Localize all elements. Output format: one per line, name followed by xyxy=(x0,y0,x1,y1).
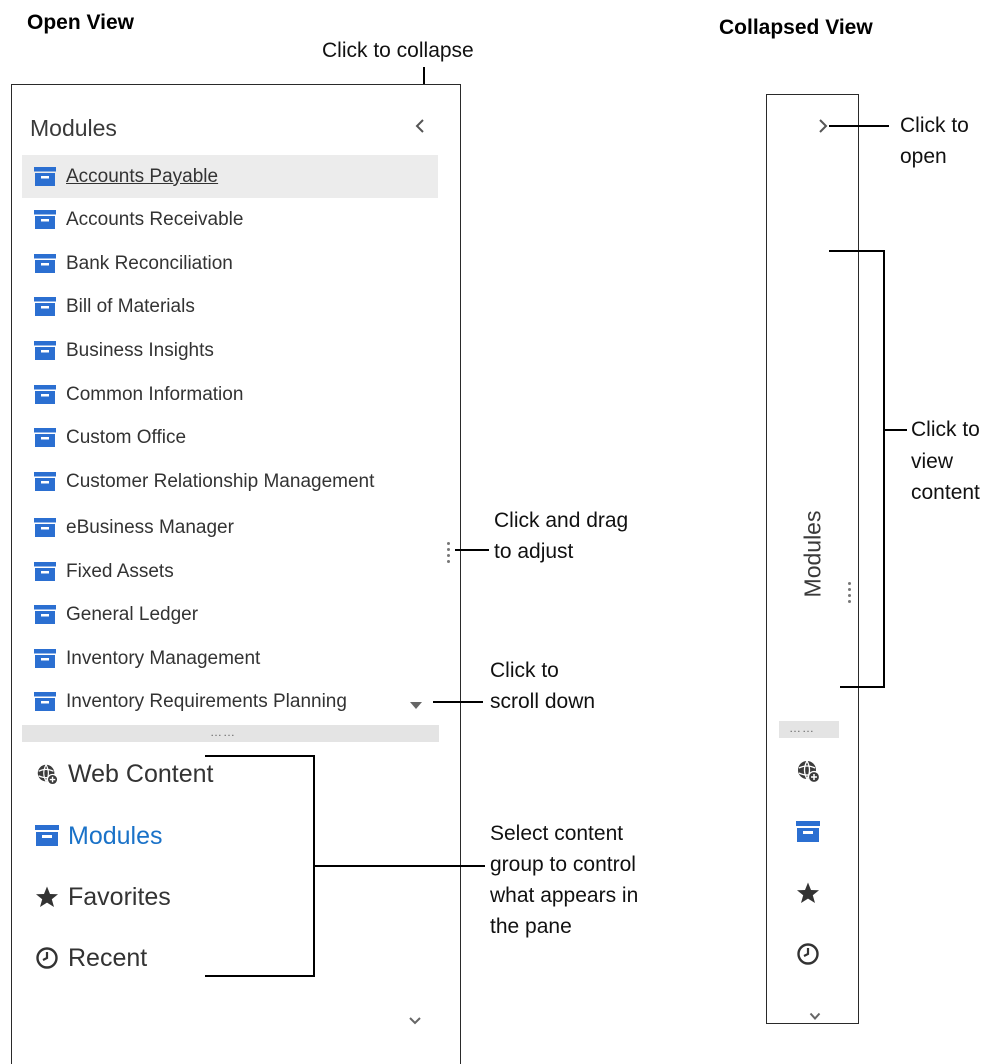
module-item[interactable]: eBusiness Manager xyxy=(22,506,438,549)
module-item-label: Accounts Payable xyxy=(66,165,219,187)
collapse-callout: Click to collapse xyxy=(322,39,474,62)
navigation-pane-open: Modules Accounts Payable Accounts Receiva… xyxy=(11,84,461,1064)
module-item-label: Customer Relationship Management xyxy=(66,470,375,492)
module-item-label: Bill of Materials xyxy=(66,295,195,317)
star-icon xyxy=(34,884,60,910)
content-group-label: Recent xyxy=(68,943,148,972)
view-bracket-top xyxy=(829,250,885,252)
view-callout-line3: content xyxy=(911,481,980,504)
resize-handle-icon[interactable] xyxy=(447,542,451,566)
select-bracket-top xyxy=(205,755,315,757)
splitter-grip-icon: …… xyxy=(210,725,236,739)
module-item[interactable]: Accounts Receivable xyxy=(22,198,438,241)
expand-chevron-icon[interactable] xyxy=(817,117,829,140)
module-item-label: Accounts Receivable xyxy=(66,208,244,230)
select-callout-line1: Select content xyxy=(490,822,624,845)
select-callout-line2: group to control xyxy=(490,853,636,876)
open-callout-line1: Click to xyxy=(900,114,969,137)
view-callout-line2: view xyxy=(911,450,954,473)
module-item[interactable]: Bank Reconciliation xyxy=(22,242,438,285)
module-item[interactable]: Bill of Materials xyxy=(22,285,438,328)
open-callout-line xyxy=(829,125,889,127)
collapsed-star-icon[interactable] xyxy=(796,881,820,910)
content-group-label: Web Content xyxy=(68,759,214,788)
module-icon xyxy=(34,385,56,404)
group-splitter[interactable]: …… xyxy=(22,725,439,742)
collapsed-resize-handle-icon[interactable] xyxy=(848,582,852,606)
module-item-label: Fixed Assets xyxy=(66,560,174,582)
select-bracket-bottom xyxy=(205,975,315,977)
module-icon xyxy=(34,649,56,668)
module-icon xyxy=(34,297,56,316)
module-icon xyxy=(34,472,56,491)
globe-icon xyxy=(34,761,60,787)
content-group-label: Modules xyxy=(68,821,163,850)
collapsed-globe-icon[interactable] xyxy=(795,758,821,789)
module-icon xyxy=(34,254,56,273)
view-bracket-bottom xyxy=(840,686,885,688)
collapsed-splitter-grip-icon: …… xyxy=(789,721,815,735)
module-icon xyxy=(34,518,56,537)
module-item-label: Inventory Management xyxy=(66,647,261,669)
scroll-callout-line2: scroll down xyxy=(490,690,596,713)
module-item-label: Common Information xyxy=(66,383,244,405)
content-group-item[interactable]: Favorites xyxy=(34,877,171,917)
module-icon xyxy=(34,562,56,581)
clock-icon xyxy=(34,945,60,971)
select-callout-line xyxy=(313,865,485,867)
module-icon xyxy=(34,167,56,186)
collapsed-module-icon[interactable] xyxy=(795,820,821,849)
module-item[interactable]: Customer Relationship Management xyxy=(22,460,438,503)
collapsed-group-splitter[interactable]: …… xyxy=(779,721,839,738)
module-item-label: General Ledger xyxy=(66,603,199,625)
more-groups-chevron-icon[interactable] xyxy=(408,1013,422,1031)
select-callout-line3: what appears in xyxy=(490,884,639,907)
module-item[interactable]: Inventory Management xyxy=(22,637,438,680)
module-item[interactable]: Business Insights xyxy=(22,329,438,372)
content-group-item[interactable]: Modules xyxy=(34,816,163,856)
pane-title: Modules xyxy=(30,115,117,141)
module-item[interactable]: Custom Office xyxy=(22,416,438,459)
module-icon xyxy=(34,823,60,849)
content-group-label: Favorites xyxy=(68,882,171,911)
view-bracket-vertical xyxy=(883,250,885,688)
module-item[interactable]: Common Information xyxy=(22,373,438,416)
module-icon xyxy=(34,605,56,624)
view-callout-line xyxy=(885,429,907,431)
module-item-label: Bank Reconciliation xyxy=(66,252,233,274)
scroll-callout-line xyxy=(433,701,483,703)
content-group-item[interactable]: Recent xyxy=(34,938,147,978)
drag-callout-line xyxy=(455,549,489,551)
module-item[interactable]: General Ledger xyxy=(22,593,438,636)
module-item[interactable]: Fixed Assets xyxy=(22,550,438,593)
collapse-chevron-icon[interactable] xyxy=(414,117,426,140)
navigation-pane-collapsed: Modules …… xyxy=(766,94,859,1024)
module-item[interactable]: Accounts Payable xyxy=(22,155,438,198)
module-item-label: Custom Office xyxy=(66,426,187,448)
module-item-label: Inventory Requirements Planning xyxy=(66,690,347,712)
collapsed-more-chevron-icon[interactable] xyxy=(809,1008,821,1026)
select-callout-line4: the pane xyxy=(490,915,572,938)
view-callout-line1: Click to xyxy=(911,418,980,441)
open-callout-line2: open xyxy=(900,145,947,168)
module-icon xyxy=(34,692,56,711)
module-item-label: eBusiness Manager xyxy=(66,516,234,538)
module-item-label: Business Insights xyxy=(66,339,214,361)
module-icon xyxy=(34,428,56,447)
drag-callout-line1: Click and drag xyxy=(494,509,629,532)
scroll-callout-line1: Click to xyxy=(490,659,559,682)
collapsed-modules-label[interactable]: Modules xyxy=(800,511,827,598)
open-view-heading: Open View xyxy=(27,11,134,34)
content-group-item[interactable]: Web Content xyxy=(34,754,213,794)
scroll-down-arrow-icon[interactable] xyxy=(409,697,423,715)
module-icon xyxy=(34,210,56,229)
module-item[interactable]: Inventory Requirements Planning xyxy=(22,680,438,723)
collapsed-view-heading: Collapsed View xyxy=(719,16,873,39)
collapsed-clock-icon[interactable] xyxy=(796,942,820,971)
drag-callout-line2: to adjust xyxy=(494,540,574,563)
module-icon xyxy=(34,341,56,360)
